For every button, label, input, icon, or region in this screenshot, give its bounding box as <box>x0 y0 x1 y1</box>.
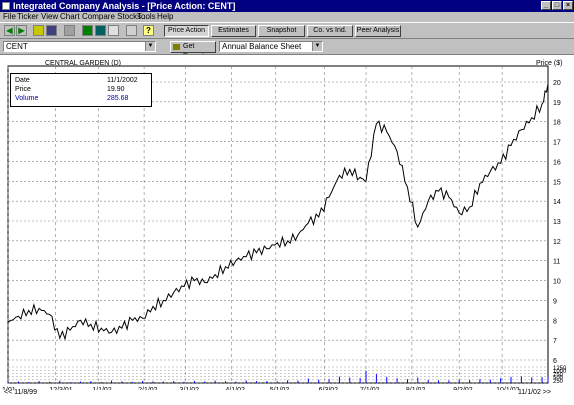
minimize-button[interactable]: _ <box>541 1 551 10</box>
price-tick-label: 19 <box>553 100 561 107</box>
volume-tick-label: 1250 <box>553 366 567 372</box>
info-box: Date 11/1/2002 Price 19.90 Volume 285.68 <box>10 73 152 107</box>
ticker-combo[interactable]: CENT ▼ <box>3 41 156 52</box>
price-tick-label: 12 <box>553 239 561 246</box>
open-folder-icon[interactable] <box>33 25 44 36</box>
date-value: 11/1/2002 <box>107 77 138 84</box>
price-tick-label: 11 <box>553 259 560 266</box>
save-icon[interactable] <box>46 25 57 36</box>
toolbar: ◀ ▶ ? Price Action Estimates Snapshot Co… <box>0 22 574 39</box>
price-tick-label: 9 <box>553 298 557 305</box>
menu-chart[interactable]: Chart <box>60 12 80 22</box>
report-combo[interactable]: Annual Balance Sheet ▼ <box>219 41 323 52</box>
report-combo-value: Annual Balance Sheet <box>222 42 302 51</box>
price-tick-label: 16 <box>553 159 561 166</box>
report-dropdown-icon[interactable]: ▼ <box>312 42 322 51</box>
price-tick-label: 18 <box>553 120 561 127</box>
tab-peer-analysis[interactable]: Peer Analysis <box>355 25 401 37</box>
app-icon[interactable] <box>2 2 10 10</box>
chart-icon[interactable] <box>82 25 93 36</box>
close-button[interactable]: × <box>563 1 573 10</box>
back-arrow-icon[interactable]: ◀ <box>4 25 15 36</box>
excel-icon[interactable] <box>108 25 119 36</box>
plot-frame <box>7 65 549 384</box>
help-icon[interactable]: ? <box>143 25 154 36</box>
tab-co-vs-ind[interactable]: Co. vs Ind. <box>307 25 353 37</box>
title-bar: Integrated Company Analysis - [Price Act… <box>0 0 574 12</box>
forward-arrow-icon[interactable]: ▶ <box>16 25 27 36</box>
ticker-dropdown-icon[interactable]: ▼ <box>145 42 155 51</box>
scroll-left-label[interactable]: << 11/8/99 <box>4 389 37 397</box>
price-tick-label: 14 <box>553 199 561 206</box>
price-label: Price <box>15 86 31 93</box>
price-tick-label: 20 <box>553 80 561 87</box>
menu-view[interactable]: View <box>41 12 58 22</box>
ticker-combo-value: CENT <box>6 42 28 51</box>
report-bar: CENT ▼ Get Report Annual Balance Sheet ▼ <box>0 40 574 60</box>
menu-file[interactable]: File <box>3 12 16 22</box>
maximize-button[interactable]: □ <box>552 1 562 10</box>
menu-help[interactable]: Help <box>157 12 173 22</box>
window-title: Integrated Company Analysis - [Price Act… <box>13 1 236 11</box>
date-scroll-bar[interactable]: << 11/8/99 11/1/02 >> <box>0 389 574 405</box>
copy-icon[interactable] <box>126 25 137 36</box>
tab-estimates[interactable]: Estimates <box>211 25 256 37</box>
volume-label: Volume <box>15 95 39 102</box>
price-tick-label: 13 <box>553 219 561 226</box>
price-tick-label: 7 <box>553 338 557 345</box>
print-icon[interactable] <box>64 25 75 36</box>
get-report-button[interactable]: Get Report <box>170 41 216 60</box>
scroll-right-label[interactable]: 11/1/02 >> <box>518 389 551 397</box>
volume-value: 285.68 <box>107 95 129 102</box>
date-label: Date <box>15 77 30 84</box>
chart-panel: CENTRAL GARDEN (D) Price ($) 6 7 8 9 10 11 12 1… <box>0 54 574 405</box>
table-icon[interactable] <box>95 25 106 36</box>
menu-bar: File Ticker View Chart Compare Stocks...… <box>0 12 574 22</box>
price-tick-label: 17 <box>553 140 561 147</box>
report-icon <box>173 44 180 50</box>
menu-tools[interactable]: Tools <box>137 12 156 22</box>
tab-snapshot[interactable]: Snapshot <box>258 25 305 37</box>
tab-price-action[interactable]: Price Action <box>164 25 209 37</box>
price-tick-label: 10 <box>553 279 561 286</box>
price-tick-label: 15 <box>553 179 561 186</box>
price-tick-label: 6 <box>553 358 557 365</box>
price-tick-label: 8 <box>553 318 557 325</box>
menu-ticker[interactable]: Ticker <box>17 12 38 22</box>
price-value: 19.90 <box>107 86 125 93</box>
